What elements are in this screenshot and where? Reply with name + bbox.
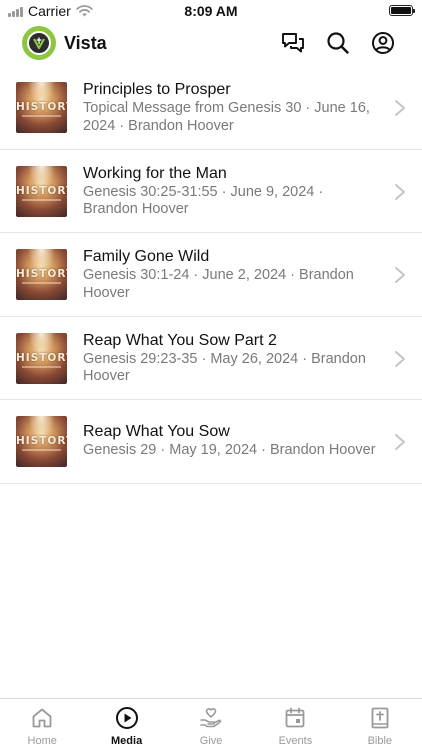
tab-label: Home xyxy=(27,735,57,747)
calendar-icon xyxy=(286,707,305,728)
list-item[interactable]: HISTORY Reap What You Sow Genesis 29 · M… xyxy=(0,400,422,484)
tab-label: Give xyxy=(199,735,223,747)
item-subtitle: Genesis 29 · May 19, 2024 · Brandon Hoov… xyxy=(83,442,376,458)
vista-logo-icon[interactable] xyxy=(22,26,56,60)
list-item[interactable]: HISTORY Principles to Prosper Topical Me… xyxy=(0,66,422,150)
thumbnail-text: HISTORY xyxy=(16,435,67,447)
sermon-thumbnail: HISTORY xyxy=(16,82,67,133)
thumbnail-text: HISTORY xyxy=(16,101,67,113)
give-heart-icon xyxy=(200,708,222,728)
play-circle-icon xyxy=(115,707,138,729)
tab-label: Bible xyxy=(367,735,393,747)
tab-home[interactable]: Home xyxy=(0,699,84,750)
item-subtitle: Genesis 29:23-35 · May 26, 2024 · Brando… xyxy=(83,350,366,385)
item-title: Principles to Prosper xyxy=(83,81,231,98)
item-subtitle: Genesis 30:25-31:55 · June 9, 2024 · Bra… xyxy=(83,183,324,218)
item-title: Family Gone Wild xyxy=(83,248,210,265)
tab-events[interactable]: Events xyxy=(253,699,337,750)
sermon-thumbnail: HISTORY xyxy=(16,416,67,467)
tab-give[interactable]: Give xyxy=(169,699,253,750)
chevron-right-icon xyxy=(395,100,405,116)
profile-icon[interactable] xyxy=(370,30,396,56)
app-header: Vista xyxy=(0,22,422,66)
item-title: Reap What You Sow Part 2 xyxy=(83,331,277,349)
tab-label: Media xyxy=(111,735,143,747)
item-subtitle: Topical Message from Genesis 30 · June 1… xyxy=(83,100,370,134)
thumbnail-text: HISTORY xyxy=(16,351,67,364)
tab-label: Events xyxy=(278,735,313,747)
media-list: HISTORY Principles to Prosper Topical Me… xyxy=(0,66,422,484)
search-icon[interactable] xyxy=(325,30,351,56)
status-bar: Carrier 8:09 AM xyxy=(0,0,422,22)
chevron-right-icon xyxy=(395,350,405,367)
battery-icon xyxy=(389,5,415,16)
tab-bar: Home Media Give Events Bible xyxy=(0,698,422,750)
sermon-thumbnail: HISTORY xyxy=(16,165,67,217)
app-title: Vista xyxy=(64,33,107,53)
bible-icon xyxy=(371,707,389,729)
chevron-right-icon xyxy=(395,434,405,450)
sermon-thumbnail: HISTORY xyxy=(16,332,67,384)
item-title: Working for the Man xyxy=(83,164,227,182)
thumbnail-text: HISTORY xyxy=(16,268,67,280)
list-item[interactable]: HISTORY Working for the Man Genesis 30:2… xyxy=(0,150,422,233)
status-time: 8:09 AM xyxy=(184,3,238,19)
home-icon xyxy=(32,708,52,728)
list-item[interactable]: HISTORY Family Gone Wild Genesis 30:1-24… xyxy=(0,233,422,317)
logo-mark-icon xyxy=(33,37,45,50)
chat-icon[interactable] xyxy=(280,30,306,56)
chevron-right-icon xyxy=(395,183,405,200)
item-title: Reap What You Sow xyxy=(83,423,230,440)
item-subtitle: Genesis 30:1-24 · June 2, 2024 · Brandon… xyxy=(83,267,354,301)
chevron-right-icon xyxy=(395,267,405,283)
sermon-thumbnail: HISTORY xyxy=(16,249,67,300)
list-item[interactable]: HISTORY Reap What You Sow Part 2 Genesis… xyxy=(0,317,422,400)
tab-bible[interactable]: Bible xyxy=(338,699,422,750)
tab-media[interactable]: Media xyxy=(84,699,168,750)
thumbnail-text: HISTORY xyxy=(16,184,67,197)
